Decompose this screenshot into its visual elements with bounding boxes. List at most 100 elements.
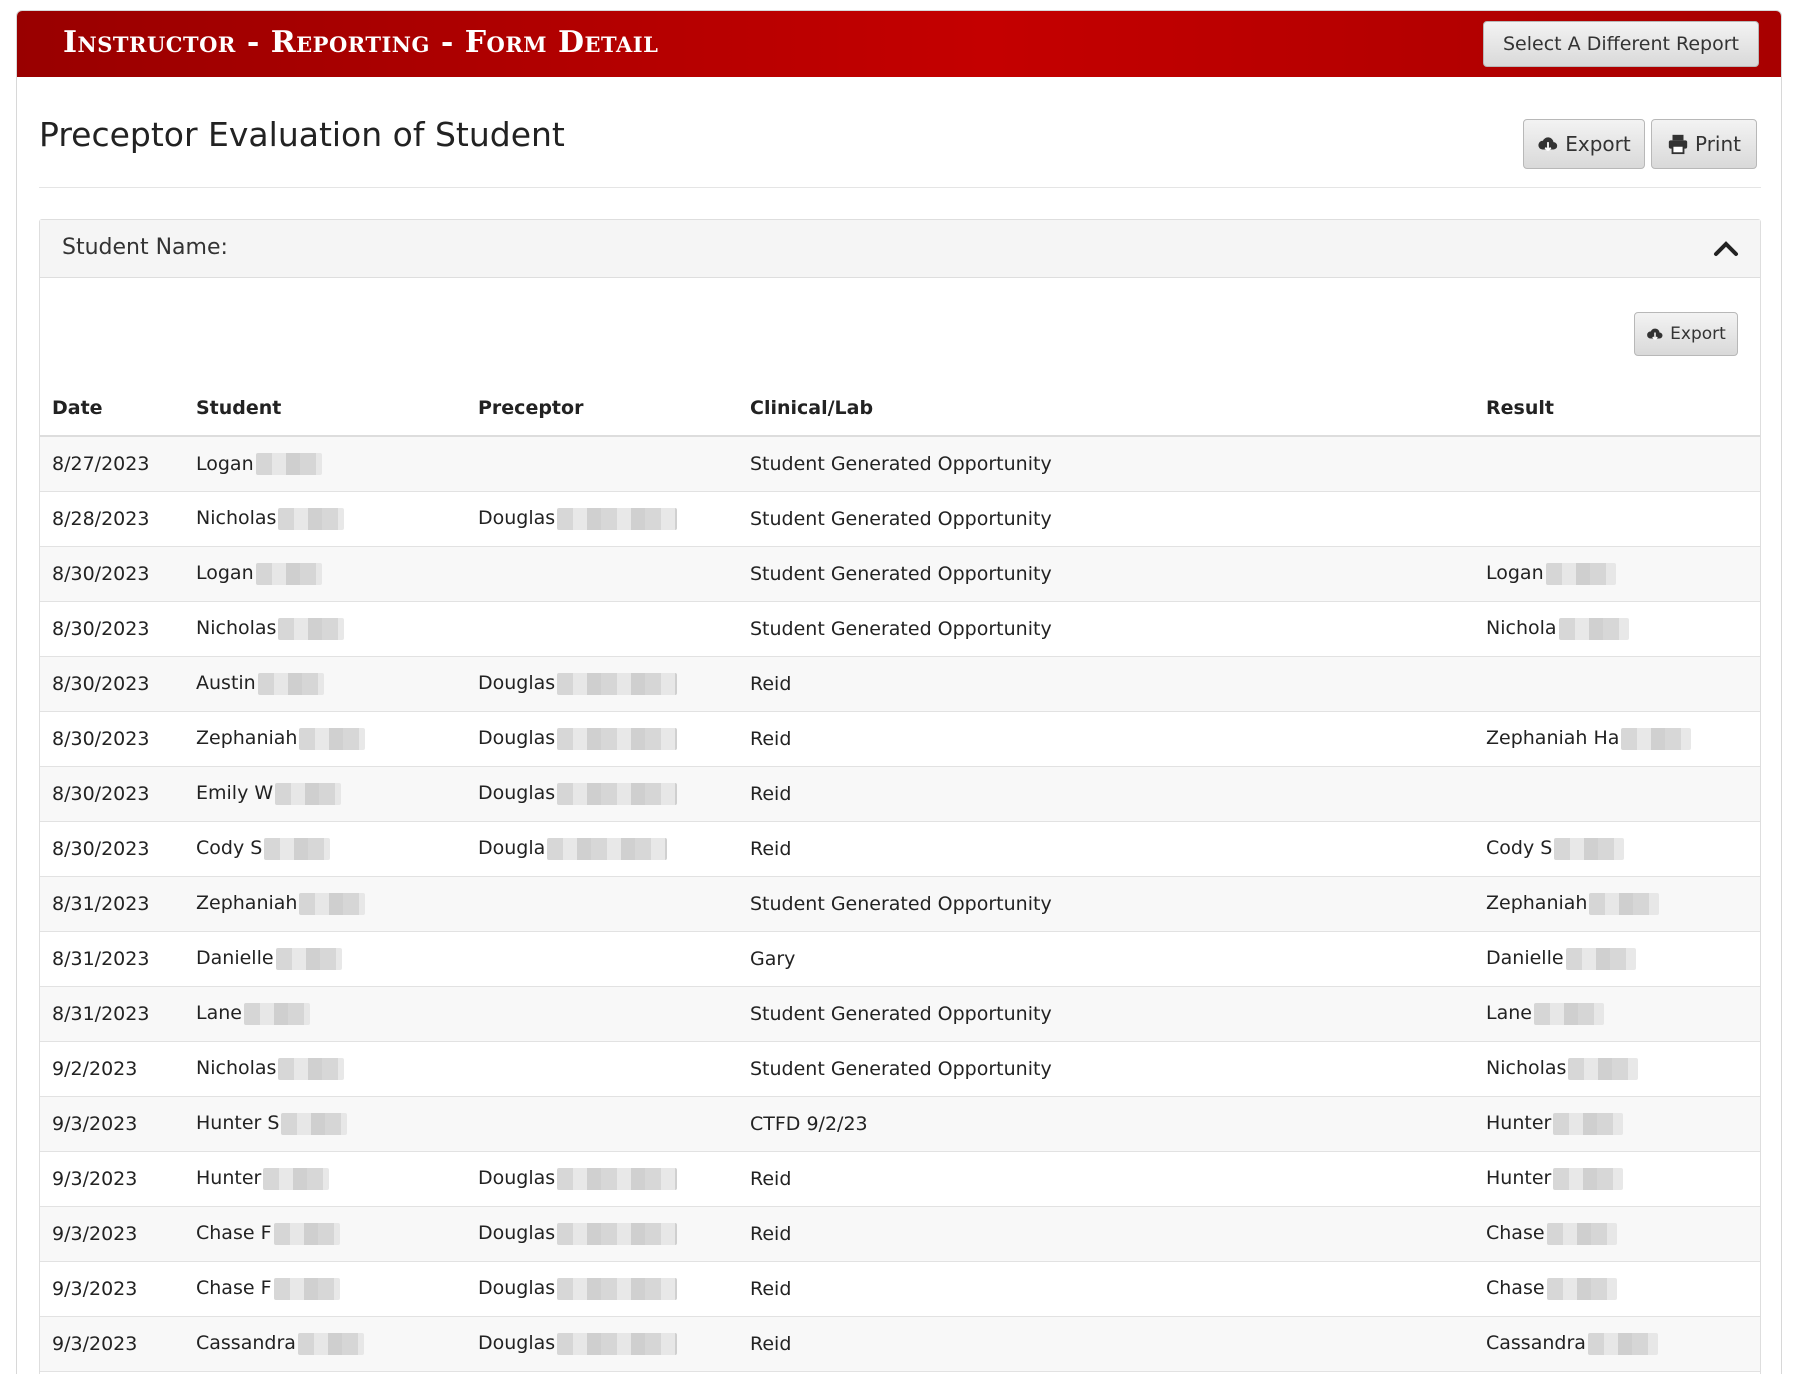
- app-title: Instructor - Reporting - Form Detail: [63, 25, 659, 60]
- cell-student-text: Nicholas: [196, 617, 277, 640]
- cell-date-text: 8/28/2023: [52, 507, 150, 530]
- table-row[interactable]: 8/28/2023 Nicholas Douglas Student Generate…: [40, 491, 1760, 547]
- table-row[interactable]: 8/30/2023 Logan Student Generated Opportun…: [40, 546, 1760, 602]
- select-different-report-button[interactable]: Select A Different Report: [1483, 21, 1759, 67]
- cell-result: Lane: [1474, 986, 1760, 1042]
- redacted-text: [557, 1167, 678, 1190]
- column-header-student[interactable]: Student: [184, 380, 466, 437]
- cell-result: [1474, 436, 1760, 492]
- cell-date-text: 9/3/2023: [52, 1332, 138, 1355]
- redacted-text: [1553, 1112, 1624, 1135]
- cell-date: 9/3/2023: [40, 1316, 184, 1372]
- cell-result-text: Zephaniah: [1486, 892, 1588, 915]
- cell-student-text: Zephaniah: [196, 892, 298, 915]
- printer-icon: [1668, 134, 1688, 155]
- table-row[interactable]: 8/31/2023 Zephaniah Student Generated Oppo…: [40, 876, 1760, 932]
- redacted-text: [275, 782, 342, 805]
- panel-export-button[interactable]: Export: [1634, 312, 1738, 356]
- table-row[interactable]: 8/30/2023 Zephaniah Douglas Reid Zephaniah H…: [40, 711, 1760, 767]
- export-button[interactable]: Export: [1523, 119, 1645, 169]
- cell-date-text: 9/3/2023: [52, 1112, 138, 1135]
- redacted-text: [547, 837, 668, 860]
- column-header-preceptor[interactable]: Preceptor: [466, 380, 738, 437]
- cell-preceptor: Douglas: [466, 1261, 738, 1317]
- column-header-clinical-lab[interactable]: Clinical/Lab: [738, 380, 1474, 437]
- cell-student: Nicholas: [184, 491, 466, 547]
- cell-result: Hunter: [1474, 1151, 1760, 1207]
- cell-result-text: Hunter: [1486, 1167, 1552, 1190]
- column-header-result[interactable]: Result: [1474, 380, 1760, 437]
- cell-clinical-lab-text: Reid: [750, 1222, 792, 1245]
- redacted-text: [1558, 617, 1629, 640]
- cell-clinical-lab-text: Reid: [750, 782, 792, 805]
- cloud-download-icon: [1647, 328, 1663, 340]
- cell-preceptor: Dougla: [466, 821, 738, 877]
- table-row[interactable]: 9/3/2023 Hunter S CTFD 9/2/23 Hunter: [40, 1096, 1760, 1152]
- cell-clinical-lab-text: Student Generated Opportunity: [750, 1057, 1052, 1080]
- table-row[interactable]: 9/3/2023 Chase F Douglas Reid Chase: [40, 1261, 1760, 1317]
- cell-clinical-lab: Reid: [738, 711, 1474, 767]
- cell-result: [1474, 766, 1760, 822]
- cell-student-text: Logan: [196, 452, 254, 475]
- cell-clinical-lab-text: Reid: [750, 1167, 792, 1190]
- redacted-text: [275, 947, 342, 970]
- cell-date: 9/3/2023: [40, 1151, 184, 1207]
- table-row[interactable]: 9/3/2023 Chase F Douglas Reid Chase: [40, 1206, 1760, 1262]
- title-divider: [39, 187, 1761, 188]
- cell-preceptor-text: Douglas: [478, 1277, 556, 1300]
- table-row[interactable]: 8/30/2023 Cody S Dougla Reid Cody S: [40, 821, 1760, 877]
- cell-result-text: Cody S: [1486, 837, 1553, 860]
- cell-date-text: 8/30/2023: [52, 617, 150, 640]
- table-row[interactable]: 8/30/2023 Austin Douglas Reid: [40, 656, 1760, 712]
- cell-student: Nicholas: [184, 601, 466, 657]
- cell-student-text: Chase F: [196, 1277, 272, 1300]
- redacted-text: [557, 782, 678, 805]
- print-button[interactable]: Print: [1651, 119, 1757, 169]
- cell-preceptor: [466, 436, 738, 492]
- cell-preceptor: Douglas: [466, 1316, 738, 1372]
- cell-clinical-lab-text: Student Generated Opportunity: [750, 452, 1052, 475]
- table-header-row: Date Student Preceptor Clinical/Lab Resu…: [40, 380, 1760, 437]
- table-row[interactable]: 8/30/2023 Emily W Douglas Reid: [40, 766, 1760, 822]
- column-header-date[interactable]: Date: [40, 380, 184, 437]
- cell-clinical-lab-text: Reid: [750, 837, 792, 860]
- chevron-up-icon[interactable]: [1712, 236, 1740, 260]
- cell-preceptor-text: Douglas: [478, 782, 556, 805]
- table-row[interactable]: 9/3/2023 Hunter Douglas Reid Hunter: [40, 1151, 1760, 1207]
- cell-preceptor-text: Douglas: [478, 727, 556, 750]
- table-row[interactable]: 8/31/2023 Danielle Gary Danielle: [40, 931, 1760, 987]
- table-row[interactable]: 9/3/2023 Cassandra Douglas Reid Cassandra: [40, 1316, 1760, 1372]
- redacted-text: [1553, 1167, 1624, 1190]
- table-row[interactable]: 8/31/2023 Lane Student Generated Opportuni…: [40, 986, 1760, 1042]
- cell-clinical-lab: Student Generated Opportunity: [738, 876, 1474, 932]
- export-button-label: Export: [1565, 132, 1631, 156]
- table-row[interactable]: 8/30/2023 Nicholas Student Generated Oppor…: [40, 601, 1760, 657]
- table-row[interactable]: 8/27/2023 Logan Student Generated Opportun…: [40, 436, 1760, 492]
- page-title: Preceptor Evaluation of Student: [39, 115, 565, 154]
- cell-date: 8/30/2023: [40, 546, 184, 602]
- panel-header[interactable]: Student Name:: [40, 220, 1760, 278]
- cell-student: Chase F: [184, 1206, 466, 1262]
- cell-student-text: Logan: [196, 562, 254, 585]
- cell-preceptor-text: Douglas: [478, 1332, 556, 1355]
- cell-clinical-lab-text: Student Generated Opportunity: [750, 617, 1052, 640]
- cell-preceptor: Douglas: [466, 491, 738, 547]
- cell-student: Austin: [184, 656, 466, 712]
- cell-date-text: 9/3/2023: [52, 1277, 138, 1300]
- cell-preceptor: [466, 546, 738, 602]
- print-button-label: Print: [1694, 132, 1741, 156]
- cell-student: Chase F: [184, 1261, 466, 1317]
- redacted-text: [273, 1222, 340, 1245]
- cell-date-text: 8/31/2023: [52, 947, 150, 970]
- cell-result: Hunter: [1474, 1096, 1760, 1152]
- cell-clinical-lab: Student Generated Opportunity: [738, 491, 1474, 547]
- redacted-text: [557, 672, 678, 695]
- redacted-text: [264, 837, 331, 860]
- cell-date-text: 8/30/2023: [52, 727, 150, 750]
- cell-date: 9/2/2023: [40, 1041, 184, 1097]
- cell-result-text: Danielle: [1486, 947, 1564, 970]
- cell-date-text: 8/31/2023: [52, 1002, 150, 1025]
- cell-clinical-lab-text: Student Generated Opportunity: [750, 507, 1052, 530]
- table-row[interactable]: 9/2/2023 Nicholas Student Generated Opport…: [40, 1041, 1760, 1097]
- cell-date: 9/3/2023: [40, 1096, 184, 1152]
